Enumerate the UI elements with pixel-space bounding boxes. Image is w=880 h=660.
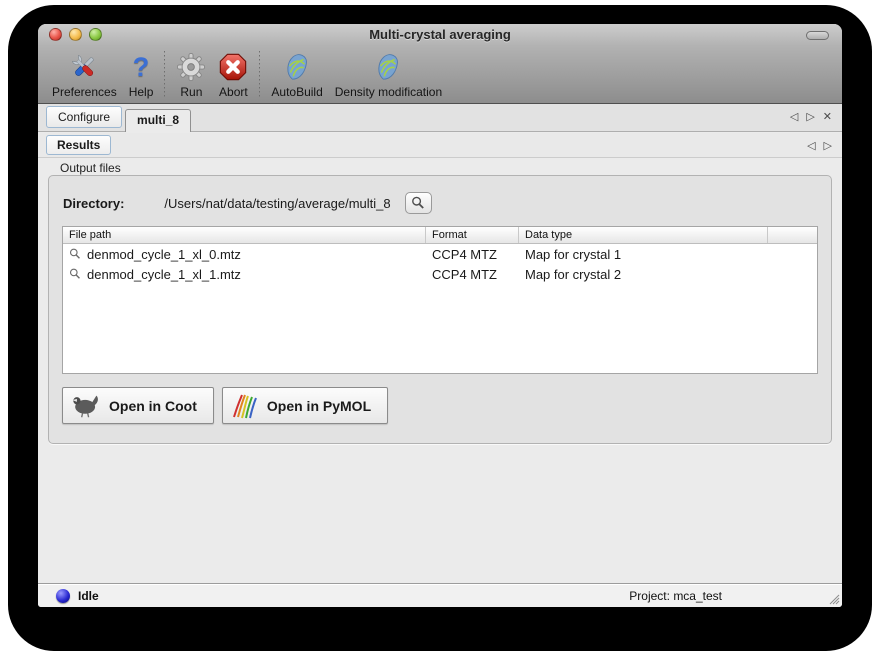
results-scroll-right-icon[interactable]: ▷ [824, 139, 832, 152]
toolbar-toggle-button[interactable] [806, 31, 829, 40]
data-type-cell: Map for crystal 2 [519, 267, 768, 282]
toolbar-button-autobuild[interactable]: AutoBuild [265, 49, 328, 100]
open-in-coot-button[interactable]: Open in Coot [62, 387, 214, 424]
magnifier-icon [69, 268, 81, 280]
results-scroll-left-icon[interactable]: ◁ [807, 139, 815, 152]
tab-close-icon[interactable]: ✕ [823, 110, 832, 123]
magnifier-icon [69, 248, 81, 260]
project-label: Project: mca_test [629, 589, 722, 603]
toolbar-label-help: Help [129, 85, 154, 99]
directory-path: /Users/nat/data/testing/average/multi_8 [164, 196, 390, 211]
toolbar-button-preferences[interactable]: Preferences [46, 49, 123, 100]
tab-results[interactable]: Results [46, 135, 111, 155]
toolbar-button-help[interactable]: ? Help [123, 49, 160, 100]
results-panel: Output files Directory: /Users/nat/data/… [38, 158, 842, 583]
table-header-row: File path Format Data type [63, 227, 817, 244]
output-files-groupbox: Directory: /Users/nat/data/testing/avera… [48, 175, 832, 444]
toolbar-button-density-modification[interactable]: Density modification [329, 49, 448, 100]
window-title: Multi-crystal averaging [38, 27, 842, 42]
abort-icon [218, 50, 248, 84]
data-type-cell: Map for crystal 1 [519, 247, 768, 262]
preferences-icon [69, 50, 99, 84]
open-in-pymol-button[interactable]: Open in PyMOL [222, 387, 388, 424]
toolbar-button-run[interactable]: Run [170, 49, 212, 100]
magnifier-icon [411, 196, 425, 210]
resize-grip[interactable] [826, 591, 840, 605]
status-text: Idle [78, 589, 99, 603]
run-gear-icon [176, 50, 206, 84]
toolbar-label-abort: Abort [219, 85, 248, 99]
status-orb-icon [56, 589, 70, 603]
toolbar-label-preferences: Preferences [52, 85, 117, 99]
tab-configure[interactable]: Configure [46, 106, 122, 128]
column-header-format[interactable]: Format [426, 227, 519, 243]
toolbar-button-abort[interactable]: Abort [212, 49, 254, 100]
tab-multi-8[interactable]: multi_8 [125, 109, 191, 132]
output-files-section-label: Output files [60, 161, 121, 175]
directory-label: Directory: [63, 196, 124, 211]
format-cell: CCP4 MTZ [426, 267, 519, 282]
toolbar-separator [259, 51, 260, 97]
help-icon: ? [133, 50, 150, 84]
protein-model-icon [373, 50, 403, 84]
status-bar: Idle Project: mca_test [38, 583, 842, 607]
screenshot-canvas: Multi-crystal averaging [0, 0, 880, 660]
notebook-tab-bar: Configure multi_8 ◁ ▷ ✕ [38, 104, 842, 132]
column-header-file-path[interactable]: File path [63, 227, 426, 243]
toolbar-label-density-modification: Density modification [335, 85, 442, 99]
coot-bird-icon [71, 393, 101, 419]
title-bar[interactable]: Multi-crystal averaging [38, 24, 842, 46]
open-in-pymol-label: Open in PyMOL [267, 398, 371, 414]
tab-scroll-left-icon[interactable]: ◁ [790, 110, 798, 123]
tab-scroll-right-icon[interactable]: ▷ [806, 110, 814, 123]
open-in-coot-label: Open in Coot [109, 398, 197, 414]
app-window: Multi-crystal averaging [38, 24, 842, 607]
protein-model-icon [282, 50, 312, 84]
file-path-cell: denmod_cycle_1_xl_0.mtz [87, 247, 241, 262]
column-header-empty [768, 227, 817, 243]
results-tab-bar: Results ◁ ▷ [38, 133, 842, 158]
column-header-data-type[interactable]: Data type [519, 227, 768, 243]
pymol-ribbon-icon [231, 392, 259, 420]
action-buttons-row: Open in Coot Open in PyM [62, 387, 388, 424]
toolbar-label-autobuild: AutoBuild [271, 85, 322, 99]
toolbar-separator [164, 51, 165, 97]
directory-browse-button[interactable] [405, 192, 432, 214]
toolbar-label-run: Run [180, 85, 202, 99]
format-cell: CCP4 MTZ [426, 247, 519, 262]
toolbar: Preferences ? Help [38, 46, 842, 104]
directory-row: Directory: /Users/nat/data/testing/avera… [63, 190, 819, 216]
output-files-table[interactable]: File path Format Data type [62, 226, 818, 374]
file-path-cell: denmod_cycle_1_xl_1.mtz [87, 267, 241, 282]
table-row[interactable]: denmod_cycle_1_xl_0.mtz CCP4 MTZ Map for… [63, 244, 817, 264]
table-row[interactable]: denmod_cycle_1_xl_1.mtz CCP4 MTZ Map for… [63, 264, 817, 284]
